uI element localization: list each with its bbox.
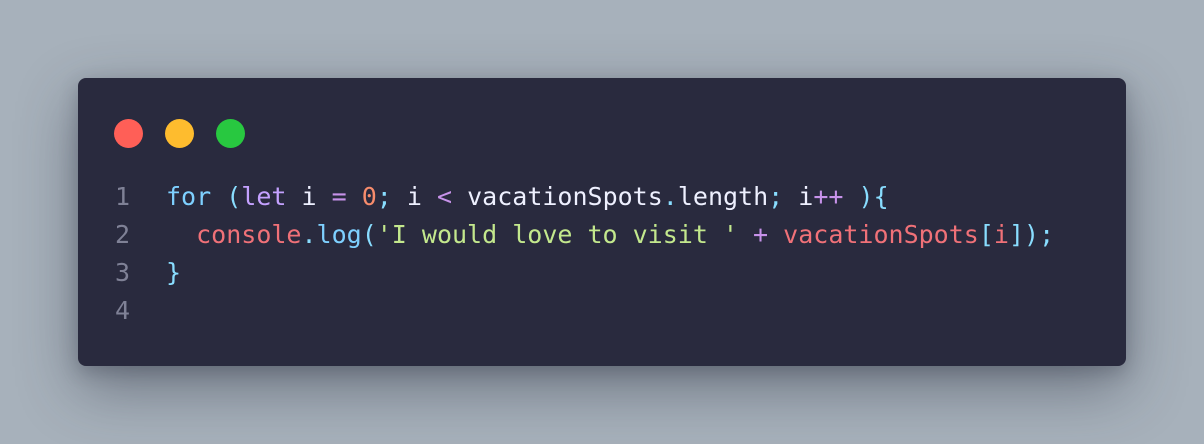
- code-token-keyword: for: [166, 182, 212, 211]
- line-number: 3: [114, 258, 130, 287]
- code-token-variable_red: i: [993, 220, 1009, 249]
- code-line: 2 console.log('I would love to visit ' +…: [78, 216, 1126, 254]
- code-token-punctuation: [: [978, 220, 994, 249]
- line-number: 4: [114, 296, 130, 325]
- code-token-operator: +: [753, 220, 769, 249]
- code-token-plain: vacationSpots: [452, 182, 663, 211]
- code-token-punctuation: .: [662, 182, 678, 211]
- code-token-punctuation: ): [858, 182, 874, 211]
- code-token-punctuation: ;: [376, 182, 392, 211]
- code-window: 1 for (let i = 0; i < vacationSpots.leng…: [78, 78, 1126, 366]
- code-token-punctuation: {: [873, 182, 889, 211]
- maximize-dot-icon[interactable]: [216, 119, 245, 148]
- code-line-content: }: [166, 254, 181, 292]
- code-token-operator: ++: [813, 182, 844, 211]
- code-line: 1 for (let i = 0; i < vacationSpots.leng…: [78, 178, 1126, 216]
- code-token-plain: i: [391, 182, 437, 211]
- code-token-variable_red: console: [196, 220, 302, 249]
- code-token-number: 0: [361, 182, 377, 211]
- line-number: 1: [114, 182, 130, 211]
- code-token-operator: <: [437, 182, 453, 211]
- window-controls: [114, 119, 245, 148]
- code-line-content: console.log('I would love to visit ' + v…: [166, 216, 1054, 254]
- code-token-storage: let: [241, 182, 287, 211]
- code-token-punctuation: ;: [1039, 220, 1055, 249]
- code-token-punctuation: (: [226, 182, 242, 211]
- close-dot-icon[interactable]: [114, 119, 143, 148]
- code-token-plain: i: [783, 182, 814, 211]
- code-token-operator: =: [331, 182, 347, 211]
- code-token-punctuation: }: [166, 258, 182, 287]
- code-token-punctuation: (: [361, 220, 377, 249]
- code-token-keyword: log: [316, 220, 362, 249]
- code-token-plain: i: [286, 182, 332, 211]
- code-line: 3 }: [78, 254, 1126, 292]
- code-line: 4: [78, 292, 1126, 330]
- code-token-variable_red: vacationSpots: [783, 220, 979, 249]
- code-token-punctuation: ;: [768, 182, 784, 211]
- code-token-punctuation: ]: [1008, 220, 1025, 249]
- line-number: 2: [114, 220, 130, 249]
- code-token-string: 'I would love to visit ': [376, 220, 738, 249]
- code-line-content: for (let i = 0; i < vacationSpots.length…: [166, 178, 889, 216]
- code-block: 1 for (let i = 0; i < vacationSpots.leng…: [78, 178, 1126, 330]
- minimize-dot-icon[interactable]: [165, 119, 194, 148]
- code-token-property: length: [677, 182, 769, 211]
- code-token-punctuation: .: [301, 220, 317, 249]
- code-token-punctuation: ): [1024, 220, 1040, 249]
